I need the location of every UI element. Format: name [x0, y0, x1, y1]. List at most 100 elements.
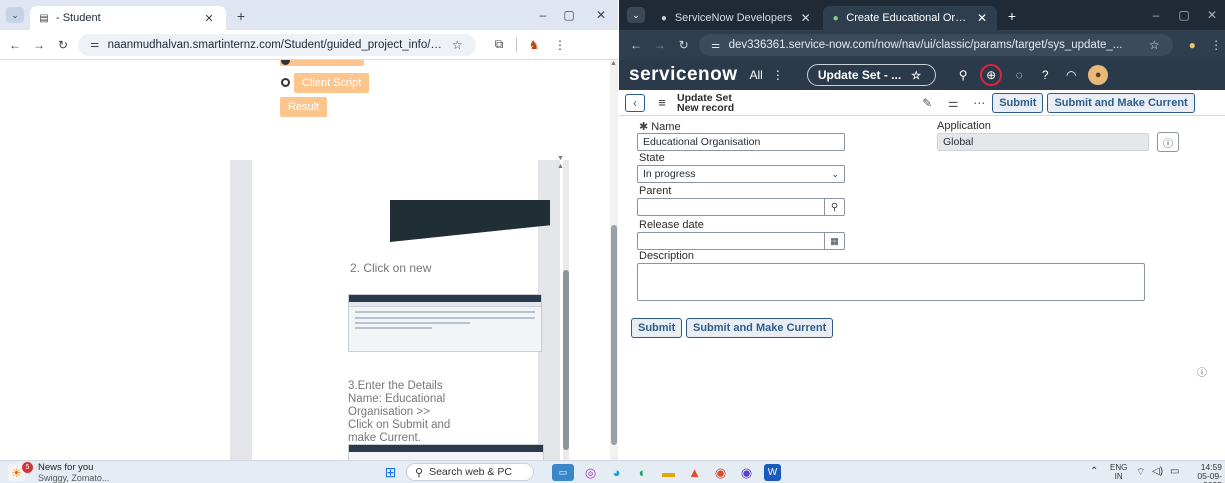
left-browser-window: ⌄ ▤ - Student ✕ + – ▢ ✕ ← → ↻ ⚌ naanmudh… — [0, 0, 618, 460]
left-window-scrollbar-thumb[interactable] — [611, 225, 617, 445]
hamburger-menu-icon[interactable]: ≡ — [653, 94, 671, 112]
instagram-app-icon[interactable]: ◎ — [582, 464, 599, 481]
step-line: Click on Submit and — [348, 419, 451, 431]
menu-kebab-icon[interactable]: ⋮ — [551, 36, 569, 54]
chrome-app-icon[interactable]: ◕ — [608, 464, 625, 481]
inner-scrollbar[interactable] — [563, 160, 569, 460]
word-app-icon[interactable]: W — [764, 464, 781, 481]
settings-sliders-icon[interactable]: ⚌ — [944, 94, 962, 112]
scroll-up-arrow-icon[interactable]: ▲ — [557, 163, 564, 170]
tab-create-educational-organisation[interactable]: ● Create Educational Organisation ✕ — [823, 6, 997, 30]
new-tab-icon[interactable]: + — [1003, 7, 1021, 25]
chat-icon[interactable]: ◌ — [1010, 66, 1028, 84]
right-browser-window: ⌄ ● ServiceNow Developers ✕ ● Create Edu… — [619, 0, 1225, 460]
reload-icon[interactable]: ↻ — [54, 36, 72, 54]
extensions-icon[interactable]: ⧉ — [490, 36, 508, 54]
minimize-icon[interactable]: – — [1145, 8, 1167, 22]
notifications-bell-icon[interactable]: ◠ — [1062, 66, 1080, 84]
result-button[interactable]: Result — [280, 97, 328, 117]
favorite-star-icon[interactable]: ☆ — [907, 66, 925, 84]
maximize-icon[interactable]: ▢ — [1173, 8, 1195, 22]
close-tab-icon[interactable]: ✕ — [975, 9, 989, 27]
submit-button-top[interactable]: Submit — [992, 92, 1044, 113]
release-date-input[interactable]: ▦ — [637, 232, 845, 250]
tab-search-icon[interactable]: ⌄ — [627, 7, 645, 23]
forward-icon[interactable]: → — [651, 36, 669, 54]
bookmark-star-icon[interactable]: ☆ — [449, 36, 466, 54]
wifi-icon[interactable]: ⌔ — [1136, 466, 1145, 479]
all-menu[interactable]: All — [750, 68, 763, 82]
volume-icon[interactable]: ◁) — [1152, 466, 1163, 477]
left-window-scrollbar[interactable]: ▲ — [610, 60, 618, 460]
reload-icon[interactable]: ↻ — [675, 36, 693, 54]
update-set-context-pill[interactable]: Update Set - ... ☆ — [806, 64, 937, 86]
profile-avatar-icon[interactable]: ♞ — [525, 36, 543, 54]
close-tab-icon[interactable]: ✕ — [798, 9, 813, 27]
name-input[interactable]: Educational Organisation — [637, 133, 845, 151]
servicenow-logo[interactable]: servicenow — [629, 64, 738, 86]
edge-app-icon[interactable]: ◐ — [634, 464, 651, 481]
right-url-field[interactable]: ⚌ dev336361.service-now.com/now/nav/ui/c… — [698, 34, 1174, 56]
client-script-button[interactable]: Client Script — [294, 73, 370, 93]
new-tab-icon[interactable]: + — [232, 7, 250, 25]
scroll-down-arrow-icon[interactable]: ▼ — [557, 155, 564, 162]
page-scroll-up-icon[interactable]: ▲ — [610, 60, 617, 67]
tab-servicenow-developers[interactable]: ● ServiceNow Developers ✕ — [651, 6, 821, 30]
state-select[interactable]: In progress ⌄ — [637, 165, 845, 183]
maximize-icon[interactable]: ▢ — [558, 8, 580, 22]
parent-lookup-search-icon[interactable]: ⚲ — [824, 198, 844, 216]
site-info-icon[interactable]: ⚌ — [88, 36, 102, 54]
profile-avatar-icon[interactable]: ● — [1183, 36, 1201, 54]
close-window-icon[interactable]: ✕ — [1201, 8, 1223, 22]
tab-student[interactable]: ▤ - Student ✕ — [30, 6, 226, 30]
user-avatar-icon[interactable]: ● — [1088, 65, 1109, 85]
news-widget[interactable]: News for you Swiggy, Zomato... — [38, 463, 109, 483]
chrome-beta-icon[interactable]: ◉ — [712, 464, 729, 481]
cut-off-step-button[interactable] — [280, 60, 364, 66]
more-options-icon[interactable]: ⋯ — [970, 94, 988, 112]
all-menu-more-icon[interactable]: ⋮ — [769, 66, 787, 84]
app-store-icon[interactable]: ▲ — [686, 464, 703, 481]
forward-icon[interactable]: → — [30, 36, 48, 54]
submit-make-current-button-top[interactable]: Submit and Make Current — [1047, 92, 1195, 113]
tab-favicon-icon: ▤ — [39, 12, 49, 24]
windows-start-icon[interactable]: ⊞ — [382, 464, 399, 481]
info-circle-icon[interactable]: ⓘ — [1193, 362, 1211, 380]
bookmark-star-icon[interactable]: ☆ — [1145, 36, 1163, 54]
submit-make-current-button-bottom[interactable]: Submit and Make Current — [686, 318, 834, 338]
language-bottom: IN — [1114, 472, 1123, 481]
tab-search-icon[interactable]: ⌄ — [6, 7, 24, 23]
help-icon[interactable]: ? — [1036, 66, 1054, 84]
widgets-app-icon[interactable]: ▭ — [552, 464, 574, 481]
chrome-dev-icon[interactable]: ◉ — [738, 464, 755, 481]
application-field: Global — [937, 133, 1149, 151]
description-textarea[interactable] — [637, 263, 1145, 301]
close-window-icon[interactable]: ✕ — [590, 8, 612, 22]
language-indicator[interactable]: ENG IN — [1110, 463, 1127, 481]
screenshot-thumbnail-1 — [348, 294, 542, 352]
scope-globe-icon[interactable]: ⊕ — [980, 64, 1003, 86]
clock[interactable]: 14:59 05-09-2025 — [1186, 463, 1222, 483]
back-arrow-icon[interactable]: ‹ — [625, 93, 645, 112]
close-tab-icon[interactable]: ✕ — [200, 9, 218, 27]
left-url-field[interactable]: ⚌ naanmudhalvan.smartinternz.com/Student… — [78, 33, 476, 56]
left-url-text: naanmudhalvan.smartinternz.com/Student/g… — [107, 38, 443, 51]
minimize-icon[interactable]: – — [532, 8, 554, 22]
back-icon[interactable]: ← — [6, 36, 24, 54]
menu-kebab-icon[interactable]: ⋮ — [1207, 36, 1225, 54]
servicenow-navbar: servicenow All ⋮ Update Set - ... ☆ ⚲ ⊕ … — [619, 60, 1225, 90]
battery-icon[interactable]: ▭ — [1170, 466, 1179, 477]
attachment-paperclip-icon[interactable]: ✎ — [918, 94, 936, 112]
site-info-icon[interactable]: ⚌ — [709, 36, 723, 54]
application-label: Application — [937, 120, 991, 132]
inner-scrollbar-thumb[interactable] — [563, 270, 569, 450]
calendar-icon[interactable]: ▦ — [824, 232, 844, 250]
taskbar-search-box[interactable]: ⚲ Search web & PC — [406, 463, 534, 481]
parent-input[interactable]: ⚲ — [637, 198, 845, 216]
file-explorer-icon[interactable]: ▬ — [660, 464, 677, 481]
application-info-icon[interactable]: ⓘ — [1157, 132, 1179, 152]
tray-overflow-icon[interactable]: ⌃ — [1090, 466, 1098, 477]
back-icon[interactable]: ← — [627, 36, 645, 54]
submit-button-bottom[interactable]: Submit — [631, 318, 683, 338]
global-search-icon[interactable]: ⚲ — [954, 66, 972, 84]
